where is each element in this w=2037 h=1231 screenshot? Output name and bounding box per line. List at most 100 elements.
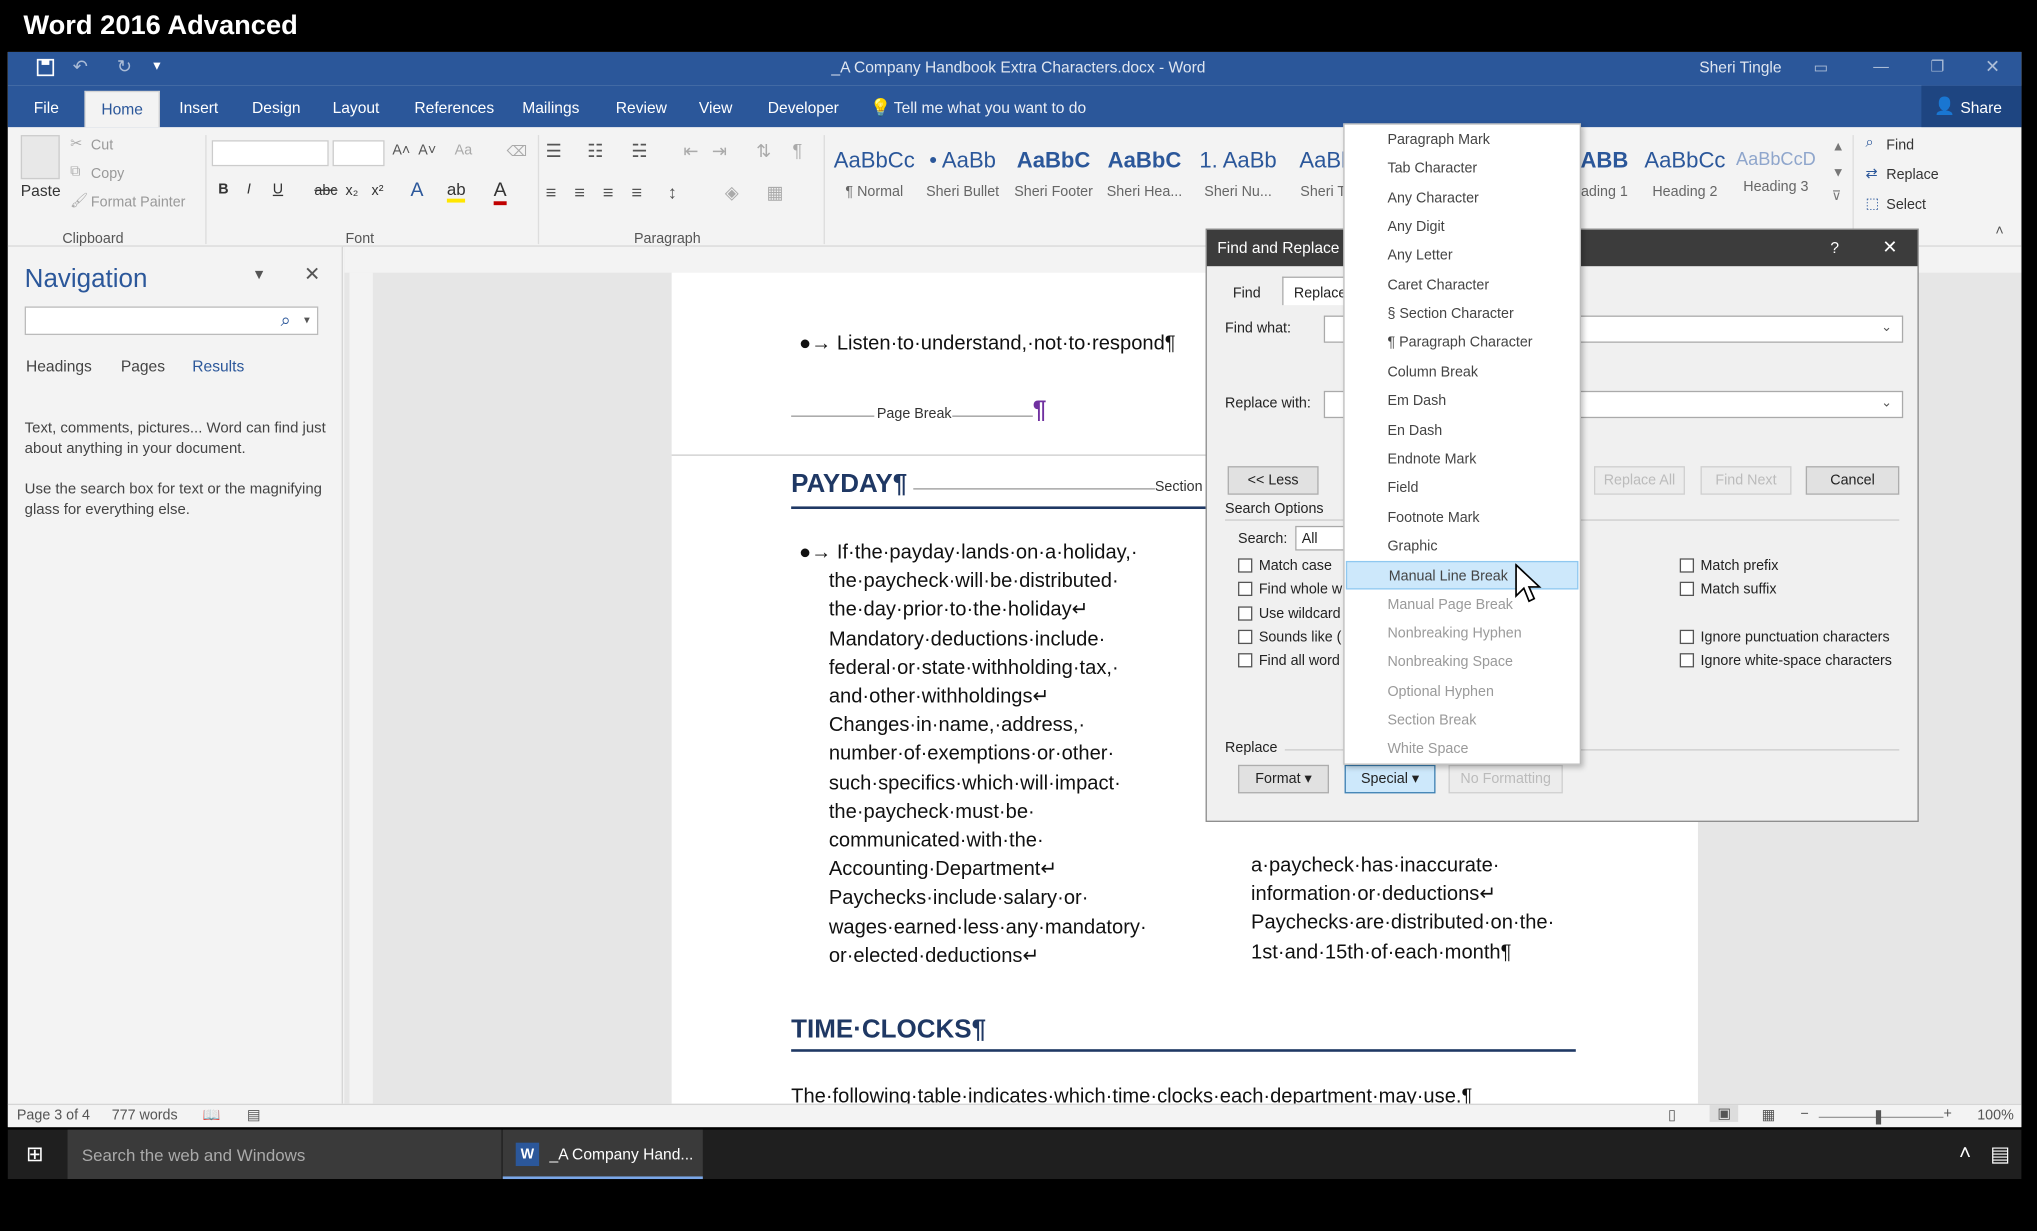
action-center-icon[interactable]: ▤: [1990, 1141, 2010, 1167]
style-sheri-numbered[interactable]: 1. AaBb Sheri Nu...: [1193, 148, 1284, 200]
special-menu-item[interactable]: Nonbreaking Hyphen: [1346, 619, 1579, 648]
nav-options-icon[interactable]: ▼: [252, 267, 266, 283]
dialog-close-icon[interactable]: ✕: [1882, 236, 1897, 258]
special-menu-item[interactable]: Manual Line Break: [1345, 561, 1579, 590]
word-count[interactable]: 777 words: [112, 1108, 178, 1124]
tab-view[interactable]: View: [699, 99, 733, 117]
replace-with-dropdown-icon[interactable]: ⌄: [1881, 396, 1892, 410]
borders-icon[interactable]: ▦: [766, 182, 783, 204]
bullets-icon[interactable]: ☰: [546, 140, 562, 162]
special-menu-item[interactable]: Field: [1346, 474, 1579, 503]
taskbar-search[interactable]: Search the web and Windows: [67, 1129, 502, 1180]
special-menu-item[interactable]: § Section Character: [1346, 300, 1579, 329]
text-effects-icon[interactable]: A: [411, 179, 424, 201]
magnifier-icon[interactable]: ⌕: [281, 309, 291, 331]
restore-icon[interactable]: ❐: [1930, 57, 1944, 75]
show-formatting-icon[interactable]: ¶: [792, 140, 802, 161]
style-heading-2[interactable]: AaBbCc Heading 2: [1639, 148, 1730, 200]
shading-icon[interactable]: ◈: [725, 182, 739, 204]
format-painter-button[interactable]: Format Painter: [91, 195, 186, 211]
clear-formatting-icon[interactable]: ⌫: [507, 143, 527, 160]
special-menu-item[interactable]: Graphic: [1346, 532, 1579, 561]
select-button[interactable]: Select: [1886, 197, 1926, 213]
replace-all-button[interactable]: Replace All: [1593, 466, 1685, 495]
nav-tab-results[interactable]: Results: [192, 357, 244, 375]
italic-icon[interactable]: I: [247, 182, 251, 198]
special-menu-item[interactable]: Optional Hyphen: [1346, 677, 1579, 706]
customize-qat-icon[interactable]: ▾: [153, 57, 160, 74]
find-whole-words-checkbox[interactable]: Find whole w: [1238, 581, 1342, 597]
font-size-box[interactable]: [332, 140, 385, 167]
print-layout-icon[interactable]: ▣: [1709, 1105, 1739, 1122]
special-menu-item[interactable]: Any Digit: [1346, 213, 1579, 242]
styles-down-icon[interactable]: ▼: [1832, 166, 1845, 180]
tray-expand-icon[interactable]: ˄: [1959, 1143, 1971, 1166]
dialog-tab-find[interactable]: Find: [1233, 286, 1261, 302]
sort-icon[interactable]: ⇅: [756, 140, 771, 162]
sounds-like-checkbox[interactable]: Sounds like (: [1238, 629, 1341, 645]
tab-file[interactable]: File: [34, 99, 59, 117]
nav-tab-pages[interactable]: Pages: [121, 357, 165, 375]
special-menu-item[interactable]: Caret Character: [1346, 271, 1579, 300]
special-menu-item[interactable]: Manual Page Break: [1346, 590, 1579, 619]
web-layout-icon[interactable]: ▦: [1762, 1106, 1776, 1124]
tab-references[interactable]: References: [414, 99, 494, 117]
user-name[interactable]: Sheri Tingle: [1699, 58, 1781, 76]
special-menu-item[interactable]: Column Break: [1346, 358, 1579, 387]
vertical-ruler[interactable]: [349, 272, 373, 1104]
styles-up-icon[interactable]: ▲: [1832, 140, 1845, 154]
cancel-button[interactable]: Cancel: [1805, 466, 1900, 495]
special-menu-item[interactable]: Footnote Mark: [1346, 503, 1579, 532]
windows-start-icon[interactable]: ⊞: [26, 1141, 43, 1167]
match-prefix-checkbox[interactable]: Match prefix: [1679, 558, 1778, 574]
zoom-slider-thumb[interactable]: [1875, 1110, 1882, 1125]
zoom-level[interactable]: 100%: [1977, 1108, 2014, 1124]
style-sheri-heading[interactable]: AaBbC Sheri Hea...: [1099, 148, 1190, 200]
minimize-icon[interactable]: —: [1873, 57, 1889, 75]
justify-icon[interactable]: ≡: [631, 182, 642, 203]
taskbar-word-app[interactable]: W _A Company Hand...: [502, 1129, 703, 1180]
style-sheri-bullet[interactable]: • AaBb Sheri Bullet: [917, 148, 1008, 200]
use-wildcards-checkbox[interactable]: Use wildcard: [1238, 606, 1341, 622]
font-color-icon[interactable]: A: [493, 179, 507, 206]
tab-developer[interactable]: Developer: [768, 99, 839, 117]
clipboard-icon[interactable]: [20, 135, 60, 180]
style-heading-1[interactable]: ABB ading 1: [1575, 148, 1635, 200]
special-menu-item[interactable]: ¶ Paragraph Character: [1346, 329, 1579, 358]
tab-layout[interactable]: Layout: [333, 99, 380, 117]
line-spacing-icon[interactable]: ↕: [668, 182, 677, 203]
cut-button[interactable]: Cut: [91, 138, 113, 154]
redo-icon[interactable]: ↻: [117, 56, 132, 78]
style-normal[interactable]: AaBbCc ¶ Normal: [829, 148, 920, 200]
special-menu-item[interactable]: Any Letter: [1346, 242, 1579, 271]
subscript-icon[interactable]: x₂: [346, 183, 359, 199]
strikethrough-icon[interactable]: abc: [314, 183, 337, 199]
highlight-icon[interactable]: ab: [446, 179, 466, 203]
undo-icon[interactable]: ↶: [73, 56, 88, 78]
special-menu-item[interactable]: Paragraph Mark: [1346, 126, 1579, 155]
special-menu-item[interactable]: En Dash: [1346, 416, 1579, 445]
format-button[interactable]: Format ▾: [1238, 764, 1329, 794]
special-menu-item[interactable]: Tab Character: [1346, 155, 1579, 184]
collapse-ribbon-icon[interactable]: ˄: [1995, 223, 2003, 239]
nav-search-dropdown-icon[interactable]: ▾: [304, 313, 310, 327]
zoom-in-icon[interactable]: +: [1943, 1106, 1951, 1122]
tab-design[interactable]: Design: [252, 99, 301, 117]
ribbon-display-icon[interactable]: ▭: [1814, 58, 1829, 76]
bold-icon[interactable]: B: [218, 182, 228, 198]
shrink-font-icon[interactable]: A˅: [418, 143, 436, 159]
special-menu-item[interactable]: Endnote Mark: [1346, 445, 1579, 474]
font-name-box[interactable]: [211, 140, 329, 167]
increase-indent-icon[interactable]: ⇥: [712, 140, 727, 162]
align-right-icon[interactable]: ≡: [603, 182, 614, 203]
special-menu-item[interactable]: White Space: [1346, 735, 1579, 764]
change-case-icon[interactable]: Aa: [455, 143, 472, 159]
multilevel-list-icon[interactable]: ☵: [631, 140, 647, 162]
find-next-button[interactable]: Find Next: [1700, 466, 1792, 495]
ignore-punctuation-checkbox[interactable]: Ignore punctuation characters: [1679, 629, 1890, 645]
no-formatting-button[interactable]: No Formatting: [1448, 764, 1563, 794]
special-button[interactable]: Special ▾: [1344, 764, 1436, 794]
zoom-out-icon[interactable]: −: [1801, 1106, 1809, 1122]
ignore-whitespace-checkbox[interactable]: Ignore white-space characters: [1679, 653, 1892, 669]
close-window-icon[interactable]: ✕: [1985, 56, 2000, 78]
